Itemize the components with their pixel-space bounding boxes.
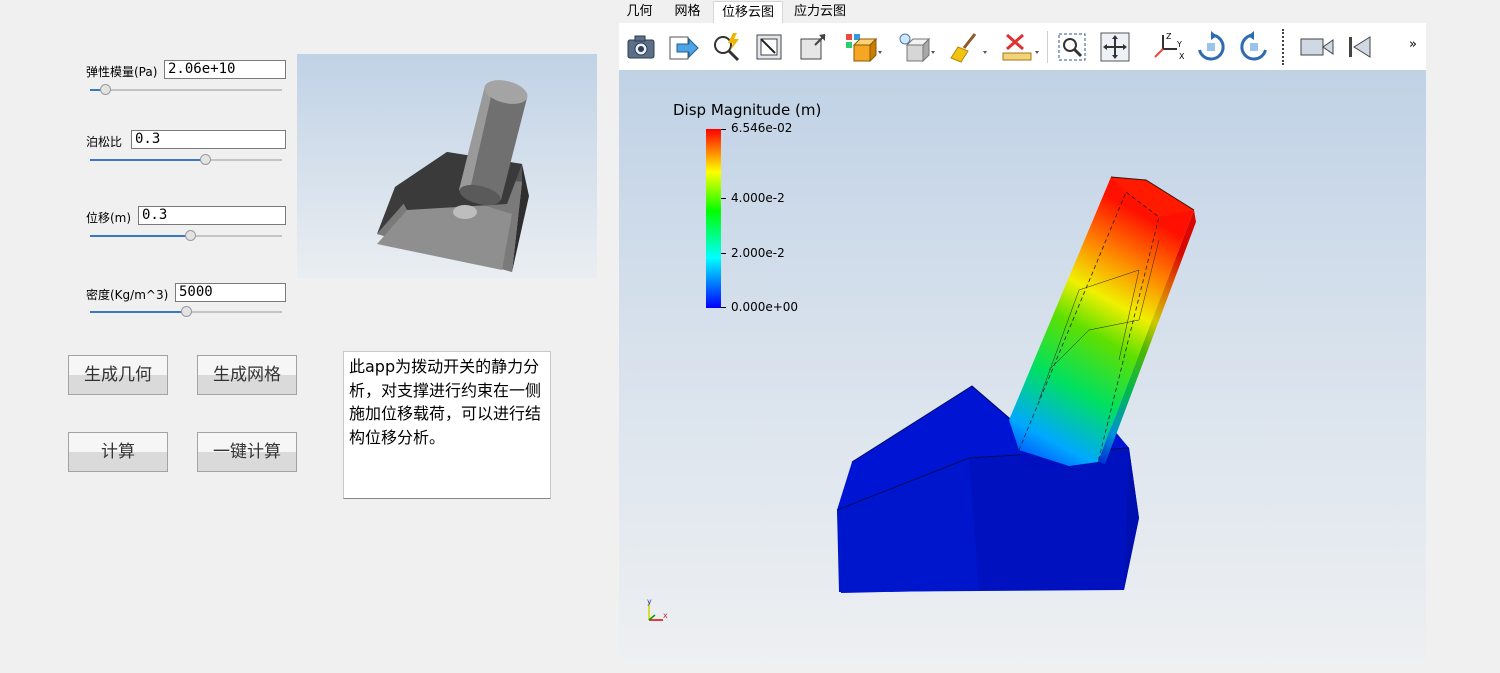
youngs-modulus-label: 弹性模量(Pa) — [86, 65, 158, 79]
youngs-modulus-slider[interactable] — [90, 82, 282, 98]
poisson-ratio-input[interactable]: 0.3 — [131, 130, 286, 149]
displacement-contour-model — [836, 176, 1196, 593]
colored-cube-icon[interactable] — [844, 31, 882, 63]
axis-x-label: x — [663, 611, 668, 620]
light-cube-icon[interactable] — [897, 31, 935, 63]
rotate-ccw-icon[interactable] — [1238, 31, 1270, 63]
tab-displacement-contour[interactable]: 位移云图 — [713, 1, 783, 23]
axes-icon[interactable]: ZYX — [1149, 31, 1189, 63]
poisson-ratio-label: 泊松比 — [86, 135, 123, 149]
slider-handle[interactable] — [200, 154, 212, 165]
density-label: 密度(Kg/m^3) — [86, 288, 169, 302]
rotate-cw-icon[interactable] — [1195, 31, 1227, 63]
ruler-delete-icon[interactable] — [1001, 31, 1039, 63]
pan-icon[interactable] — [1099, 31, 1131, 63]
displacement-input[interactable]: 0.3 — [138, 206, 286, 225]
view-toolbar: ZYX » — [619, 23, 1426, 70]
app-description: 此app为拨动开关的静力分析，对支撑进行约束在一侧施加位移载荷，可以进行结构位移… — [343, 351, 551, 499]
slider-handle[interactable] — [100, 84, 112, 95]
toolbar-separator — [1047, 31, 1048, 63]
tab-geometry[interactable]: 几何 — [618, 1, 661, 23]
youngs-modulus-input[interactable]: 2.06e+10 — [164, 60, 286, 79]
geometry-preview — [297, 54, 597, 278]
svg-text:X: X — [1179, 52, 1185, 61]
tab-stress-contour[interactable]: 应力云图 — [788, 1, 852, 23]
one-click-compute-button[interactable]: 一键计算 — [197, 432, 297, 472]
generate-geometry-button[interactable]: 生成几何 — [68, 355, 168, 395]
first-frame-icon[interactable] — [1344, 31, 1376, 63]
svg-text:Z: Z — [1166, 32, 1172, 41]
export-icon[interactable] — [667, 31, 699, 63]
poisson-ratio-slider[interactable] — [90, 152, 282, 168]
render-viewport[interactable]: Disp Magnitude (m) 6.546e-02 4.000e-2 2.… — [619, 70, 1426, 667]
axis-y-label: y — [647, 597, 652, 606]
slider-handle[interactable] — [184, 230, 196, 241]
compute-button[interactable]: 计算 — [68, 432, 168, 472]
brush-icon[interactable] — [949, 31, 987, 63]
slider-handle[interactable] — [181, 306, 192, 317]
displacement-label: 位移(m) — [86, 211, 132, 225]
svg-text:Y: Y — [1176, 40, 1182, 49]
displacement-slider[interactable] — [90, 228, 282, 244]
reset-view-icon[interactable] — [797, 31, 829, 63]
zoom-lightning-icon[interactable] — [711, 31, 743, 63]
zoom-select-icon[interactable] — [1056, 31, 1088, 63]
camera-link-icon[interactable] — [1299, 31, 1335, 63]
tab-mesh[interactable]: 网格 — [666, 1, 709, 23]
toolbar-separator — [1282, 29, 1286, 65]
density-slider[interactable] — [90, 304, 282, 320]
generate-mesh-button[interactable]: 生成网格 — [197, 355, 297, 395]
zoom-box-icon[interactable] — [753, 31, 785, 63]
density-input[interactable]: 5000 — [175, 283, 286, 302]
toolbar-overflow-button[interactable]: » — [1409, 37, 1417, 52]
camera-icon[interactable] — [625, 31, 657, 63]
